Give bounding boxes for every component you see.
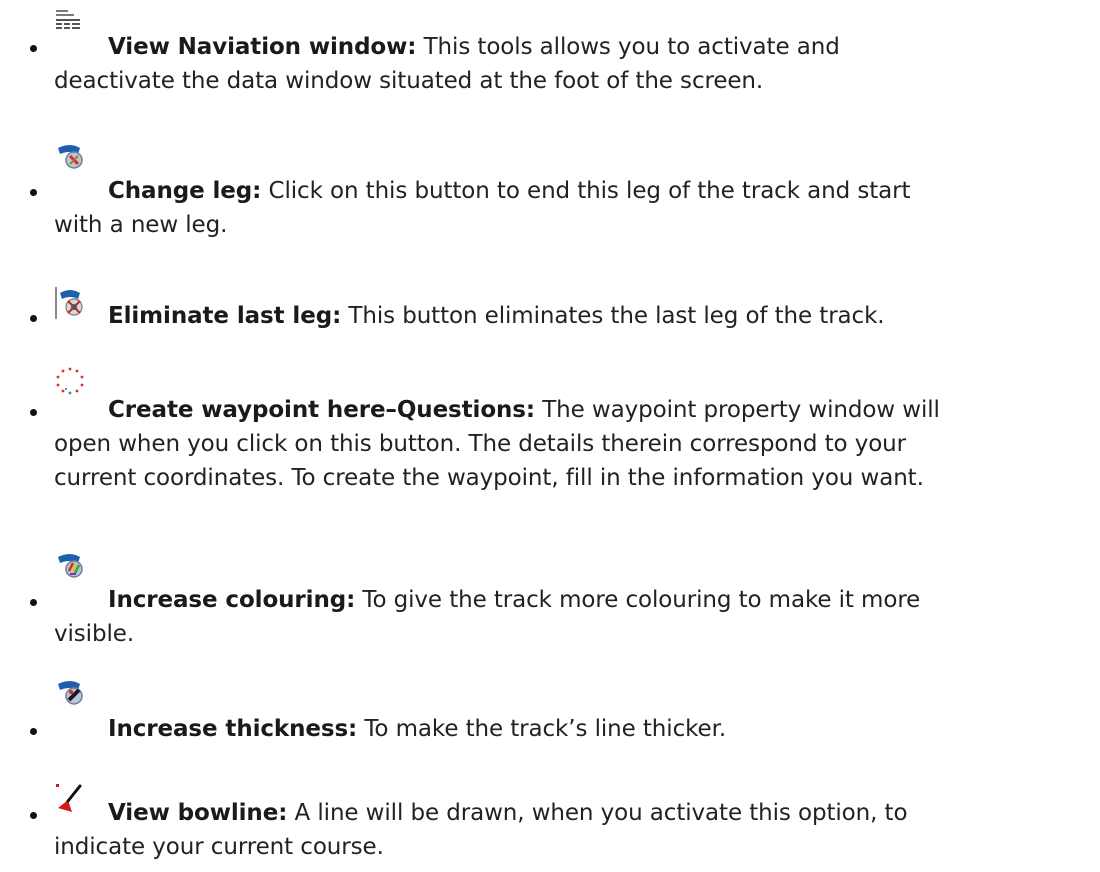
description-text: deactivate the data window situated at t… [54,68,764,94]
description-text: visible. [54,621,135,647]
increase-colouring-icon [54,549,86,581]
change-leg-icon [54,140,86,172]
description-text: This button eliminates the last leg of t… [348,303,885,329]
bullet [30,728,37,735]
description-text: indicate your current course. [54,834,384,860]
term-label: Change leg: [108,178,262,204]
list-item-text: Increase thickness: To make the track’s … [54,681,1100,746]
bullet [30,599,37,606]
bullet [30,812,37,819]
bullet [30,315,37,322]
create-waypoint-icon [54,365,86,397]
description-text: The waypoint property window will [542,397,940,423]
term-label: View Naviation window: [108,34,417,60]
help-document: View Naviation window: This tools allows… [0,0,1100,872]
description-text: open when you click on this button. The … [54,431,907,457]
view-bowline-icon [54,782,86,814]
term-label: View bowline: [108,800,288,826]
increase-thickness-icon [54,676,86,708]
list-item-text: View bowline: A line will be drawn, when… [54,784,1100,864]
list-item-text: Change leg: Click on this button to end … [54,145,1100,242]
list-item-text: Eliminate last leg: This button eliminat… [54,287,1100,333]
eliminate-last-leg-icon [54,287,86,319]
description-text: To make the track’s line thicker. [364,716,727,742]
list-item-text: Create waypoint here–Questions: The wayp… [54,367,1100,495]
bullet [30,409,37,416]
description-text: To give the track more colouring to make… [362,587,921,613]
description-text: with a new leg. [54,212,228,238]
description-text: A line will be drawn, when you activate … [294,800,908,826]
term-label: Eliminate last leg: [108,303,342,329]
view-navigation-window-icon [54,8,86,40]
term-label: Create waypoint here–Questions: [108,397,535,423]
bullet [30,189,37,196]
description-text: current coordinates. To create the waypo… [54,465,924,491]
description-text: Click on this button to end this leg of … [268,178,911,204]
list-item-text: View Naviation window: This tools allows… [54,10,1100,98]
list-item-text: Increase colouring: To give the track mo… [54,554,1100,651]
term-label: Increase thickness: [108,716,358,742]
term-label: Increase colouring: [108,587,356,613]
bullet [30,45,37,52]
description-text: This tools allows you to activate and [423,34,840,60]
